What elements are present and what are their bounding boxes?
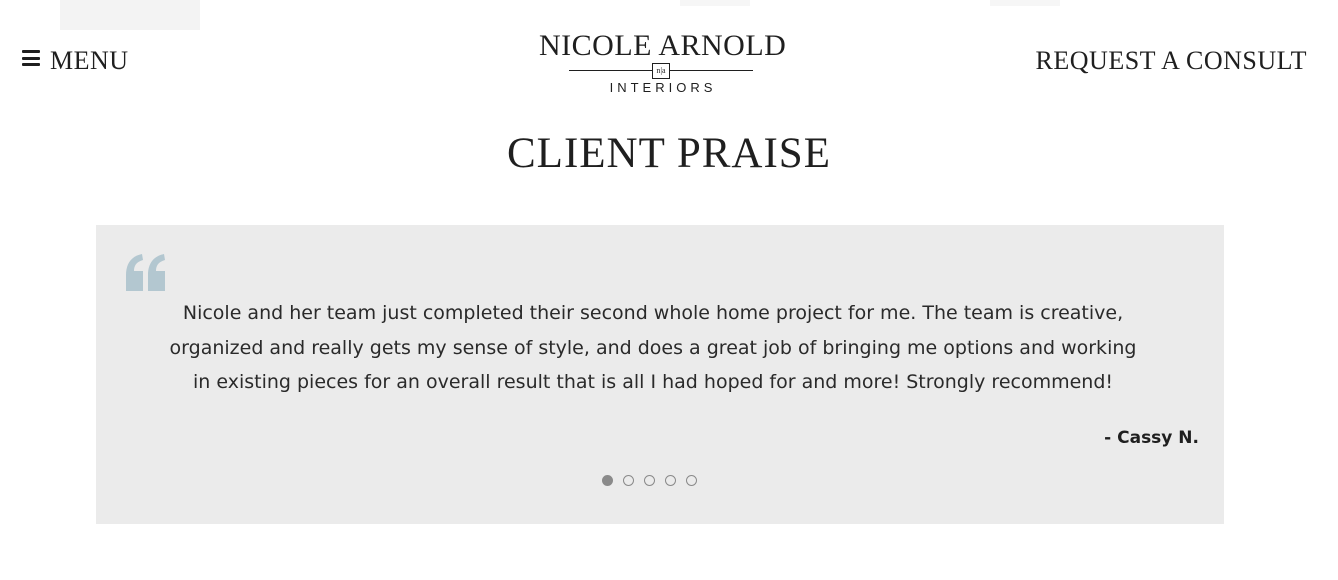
slider-dot[interactable] [644, 475, 655, 486]
slider-dot[interactable] [623, 475, 634, 486]
logo-name: NICOLE ARNOLD [539, 29, 787, 62]
site-logo[interactable]: NICOLE ARNOLD n|a INTERIORS [539, 29, 787, 96]
logo-monogram: n|a [652, 63, 670, 79]
testimonial-text: Nicole and her team just completed their… [169, 302, 1137, 393]
logo-subtitle: INTERIORS [609, 80, 717, 95]
slider-dot[interactable] [602, 475, 613, 486]
section-title: CLIENT PRAISE [507, 130, 831, 177]
quote-icon [126, 254, 165, 291]
site-header: MENU NICOLE ARNOLD n|a INTERIORS REQUEST… [0, 0, 1338, 110]
slider-dot[interactable] [686, 475, 697, 486]
request-consult-link[interactable]: REQUEST A CONSULT [1036, 46, 1307, 76]
hamburger-icon[interactable] [22, 50, 40, 66]
testimonial-author: - Cassy N. [1104, 428, 1199, 448]
testimonial-card: Nicole and her team just completed their… [96, 225, 1224, 524]
logo-divider: n|a [569, 63, 753, 79]
slider-dot[interactable] [665, 475, 676, 486]
menu-label[interactable]: MENU [50, 46, 129, 76]
menu-button[interactable]: MENU [22, 46, 129, 76]
slider-pagination [602, 475, 707, 486]
